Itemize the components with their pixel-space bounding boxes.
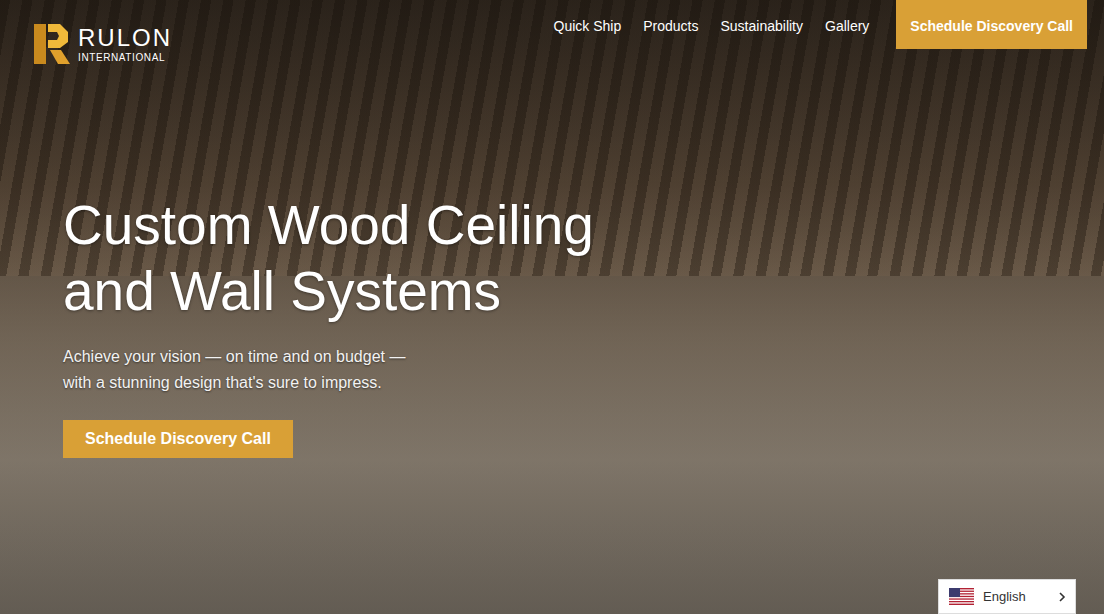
- us-flag-icon: [949, 588, 974, 605]
- hero-photo: RULON INTERNATIONAL Quick Ship Products Sust…: [0, 0, 1104, 614]
- header-cta-button[interactable]: Schedule Discovery Call: [896, 0, 1087, 49]
- hero-title: Custom Wood Ceilingand Wall Systems: [63, 192, 594, 324]
- logo-tagline: INTERNATIONAL: [78, 53, 172, 63]
- hero-title-line: and Wall Systems: [63, 258, 594, 324]
- hero-subtitle-line: Achieve your vision — on time and on bud…: [63, 344, 405, 370]
- nav-item[interactable]: Sustainability: [721, 0, 804, 34]
- hero-subtitle-line: with a stunning design that's sure to im…: [63, 370, 405, 396]
- chevron-right-icon: [1057, 591, 1067, 603]
- hero-cta-button[interactable]: Schedule Discovery Call: [63, 420, 293, 458]
- hero-content: Custom Wood Ceilingand Wall Systems Achie…: [0, 68, 1104, 458]
- hero-subtitle: Achieve your vision — on time and on bud…: [63, 344, 405, 396]
- logo-text: RULON INTERNATIONAL: [78, 26, 172, 63]
- logo-name: RULON: [78, 26, 172, 50]
- nav-item[interactable]: Quick Ship: [554, 0, 622, 34]
- nav-item[interactable]: Products: [643, 0, 698, 34]
- logo-mark-icon: [30, 20, 72, 68]
- logo[interactable]: RULON INTERNATIONAL: [30, 0, 172, 68]
- nav-item[interactable]: Gallery: [825, 0, 869, 34]
- hero-title-line: Custom Wood Ceiling: [63, 192, 594, 258]
- language-label: English: [983, 589, 1048, 604]
- site-header: RULON INTERNATIONAL Quick Ship Products Sust…: [0, 0, 1104, 68]
- language-selector[interactable]: English: [938, 579, 1076, 614]
- main-nav: Quick Ship Products Sustainability Gallery S…: [554, 0, 1087, 49]
